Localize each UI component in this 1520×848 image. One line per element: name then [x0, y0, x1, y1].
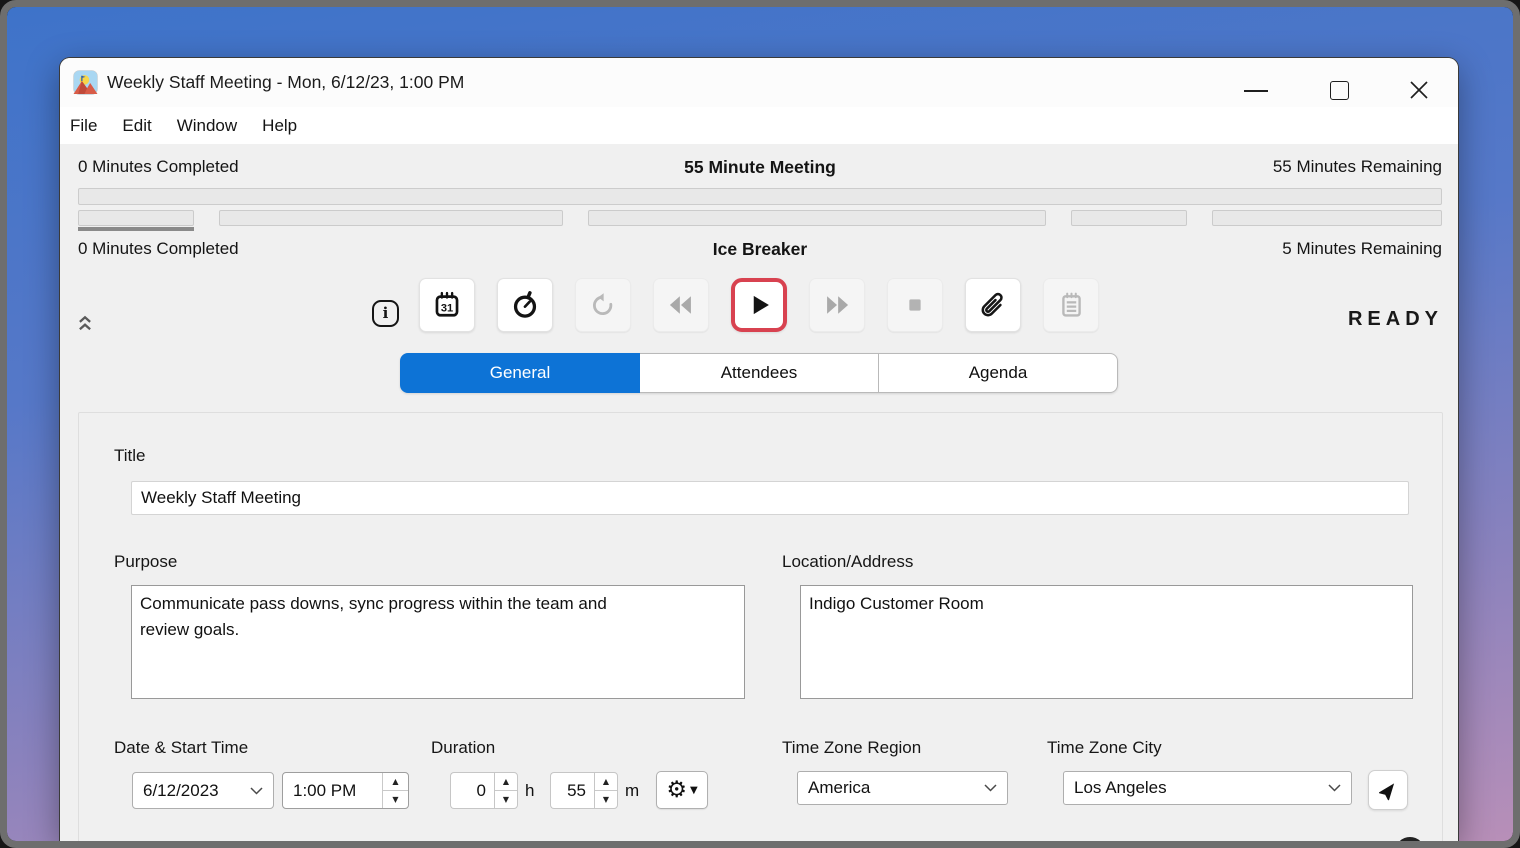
location-textarea[interactable]: Indigo Customer Room — [800, 585, 1413, 699]
gear-icon — [666, 779, 687, 802]
location-label: Location/Address — [782, 552, 913, 572]
title-label: Title — [114, 446, 146, 466]
rewind-icon[interactable] — [653, 278, 709, 332]
tab-agenda[interactable]: Agenda — [878, 353, 1118, 393]
segment-bar — [1212, 210, 1442, 226]
close-icon[interactable] — [1408, 79, 1430, 101]
purpose-textarea[interactable]: Communicate pass downs, sync progress wi… — [131, 585, 745, 699]
title-bar: Weekly Staff Meeting - Mon, 6/12/23, 1:0… — [60, 58, 1458, 107]
minutes-increment-button[interactable] — [595, 773, 617, 791]
desktop-background: Weekly Staff Meeting - Mon, 6/12/23, 1:0… — [7, 7, 1513, 841]
section-completed-label: 0 Minutes Completed — [78, 239, 239, 259]
navigation-arrow-icon — [1377, 779, 1400, 802]
svg-text:31: 31 — [441, 303, 453, 315]
tab-strip: General Attendees Agenda — [60, 353, 1458, 393]
calendar-icon[interactable]: 31 — [419, 278, 475, 332]
menu-help[interactable]: Help — [262, 114, 297, 138]
window-title: Weekly Staff Meeting - Mon, 6/12/23, 1:0… — [107, 58, 464, 107]
segment-bar — [78, 210, 194, 226]
caret-down-icon — [690, 785, 698, 796]
notes-icon[interactable] — [1043, 278, 1099, 332]
meeting-progress-labels: 0 Minutes Completed 55 Minute Meeting 55… — [78, 157, 1442, 177]
status-badge: READY — [1348, 308, 1443, 331]
menu-window[interactable]: Window — [177, 114, 237, 138]
date-select[interactable]: 6/12/2023 — [132, 772, 274, 809]
menu-file[interactable]: File — [70, 114, 97, 138]
reset-icon[interactable] — [575, 278, 631, 332]
meeting-title-label: 55 Minute Meeting — [78, 157, 1442, 178]
chevron-down-icon — [1328, 784, 1341, 792]
hours-decrement-button[interactable] — [495, 791, 517, 808]
segment-bar — [219, 210, 563, 226]
duration-hours-input[interactable] — [450, 772, 494, 809]
purpose-label: Purpose — [114, 552, 177, 572]
start-time-input[interactable] — [283, 773, 382, 808]
chevron-down-icon — [250, 787, 263, 795]
stop-icon[interactable] — [887, 278, 943, 332]
section-remaining-label: 5 Minutes Remaining — [1282, 239, 1442, 259]
playback-toolbar: 31 — [60, 278, 1458, 334]
menu-bar: File Edit Window Help — [60, 107, 1458, 144]
minutes-unit-label: m — [625, 772, 639, 809]
chevron-down-icon — [984, 784, 997, 792]
general-tab-panel: Title Purpose Communicate pass downs, sy… — [78, 412, 1443, 841]
duration-label: Duration — [431, 738, 495, 758]
app-icon — [73, 70, 98, 95]
date-start-label: Date & Start Time — [114, 738, 248, 758]
time-increment-button[interactable] — [383, 773, 408, 791]
start-time-spinner — [282, 772, 409, 809]
minutes-decrement-button[interactable] — [595, 791, 617, 808]
segment-bar — [588, 210, 1046, 226]
maximize-icon[interactable] — [1330, 81, 1349, 100]
time-decrement-button[interactable] — [383, 791, 408, 808]
tz-city-label: Time Zone City — [1047, 738, 1162, 758]
duration-minutes-input[interactable] — [550, 772, 594, 809]
play-icon[interactable] — [731, 278, 787, 332]
menu-edit[interactable]: Edit — [122, 114, 151, 138]
hours-unit-label: h — [525, 772, 534, 809]
tz-region-label: Time Zone Region — [782, 738, 921, 758]
meeting-completed-label: 0 Minutes Completed — [78, 157, 239, 177]
tab-general[interactable]: General — [400, 353, 640, 393]
timer-icon[interactable] — [497, 278, 553, 332]
tab-attendees[interactable]: Attendees — [639, 353, 879, 393]
duration-settings-button[interactable] — [656, 771, 708, 809]
section-name-label: Ice Breaker — [78, 239, 1442, 260]
tz-region-select[interactable]: America — [797, 771, 1008, 805]
meeting-app-window: Weekly Staff Meeting - Mon, 6/12/23, 1:0… — [60, 58, 1458, 841]
paperclip-icon[interactable] — [965, 278, 1021, 332]
minimize-icon[interactable] — [1244, 90, 1268, 92]
section-progress-labels: 0 Minutes Completed Ice Breaker 5 Minute… — [78, 239, 1442, 259]
fast-forward-icon[interactable] — [809, 278, 865, 332]
detect-location-button[interactable] — [1368, 770, 1408, 810]
segment-bars — [78, 210, 1442, 226]
hours-increment-button[interactable] — [495, 773, 517, 791]
meeting-remaining-label: 55 Minutes Remaining — [1273, 157, 1442, 177]
duration-minutes-group: m — [550, 772, 639, 809]
tz-city-select[interactable]: Los Angeles — [1063, 771, 1352, 805]
duration-hours-group: h — [450, 772, 534, 809]
screenshot-frame: Weekly Staff Meeting - Mon, 6/12/23, 1:0… — [0, 0, 1520, 848]
overall-progress-bar — [78, 188, 1442, 205]
segment-bar — [1071, 210, 1187, 226]
title-input[interactable] — [131, 481, 1409, 515]
